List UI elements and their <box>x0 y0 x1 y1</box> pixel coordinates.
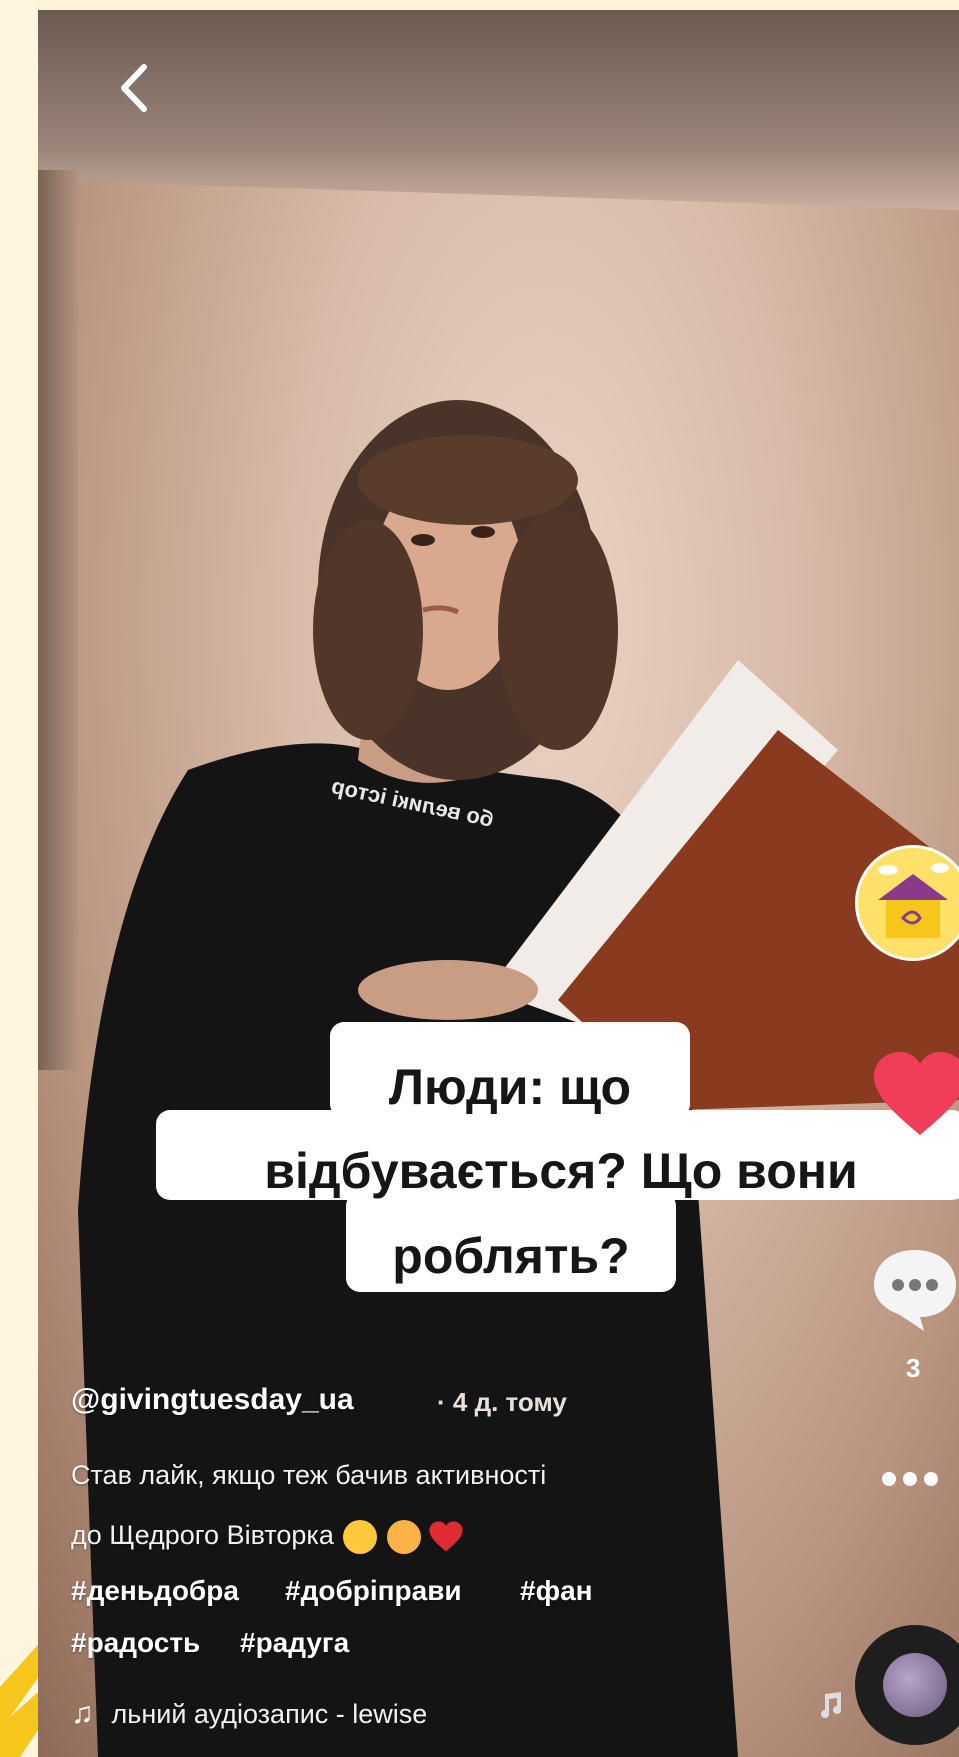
video-screen[interactable]: бо великі істор <box>38 10 959 1757</box>
like-count: 82 <box>897 1155 924 1182</box>
heart-eyes-emoji <box>343 1520 378 1554</box>
like-button[interactable] <box>870 1050 959 1140</box>
description-text: до Щедрого Вівторка <box>71 1520 334 1551</box>
left-margin <box>0 0 38 1757</box>
floating-music-note-icon <box>815 1690 845 1725</box>
comment-icon <box>874 1250 956 1331</box>
comment-count: 3 <box>906 1353 921 1383</box>
hashtag-link[interactable]: #радость <box>71 1627 200 1659</box>
sound-text: льний аудіозапис - lewise <box>111 1699 428 1729</box>
heart-icon <box>874 1052 959 1135</box>
hashtag-link[interactable]: #деньдобра <box>71 1575 239 1607</box>
music-note-icon: ♫ <box>71 1697 94 1730</box>
comment-button[interactable] <box>870 1245 959 1335</box>
more-icon <box>924 1472 938 1486</box>
chevron-left-icon <box>121 64 147 112</box>
more-icon <box>882 1472 896 1486</box>
red-heart-emoji <box>429 1521 463 1552</box>
back-button[interactable] <box>108 58 158 118</box>
creator-avatar[interactable] <box>855 845 959 961</box>
music-disc-icon <box>883 1653 947 1717</box>
hashtag-link[interactable]: #фан <box>520 1575 593 1607</box>
caption-box-line2 <box>156 1110 959 1200</box>
more-icon <box>903 1472 917 1486</box>
caption-box-line1 <box>330 1022 690 1118</box>
sound-link[interactable]: ♫ льний аудіозапис - lewise <box>71 1697 427 1731</box>
description-line2: до Щедрого Вівторка <box>71 1520 464 1554</box>
smiling-hearts-emoji <box>386 1520 421 1554</box>
more-button[interactable] <box>882 1472 959 1502</box>
video-frame <box>78 400 959 1757</box>
description-text: Став лайк, якщо теж бачив активності <box>71 1460 547 1490</box>
caption-box-line3 <box>346 1192 676 1292</box>
hashtag-link[interactable]: #добріправи <box>285 1575 462 1607</box>
description-line1: Став лайк, якщо теж бачив активності <box>71 1460 546 1491</box>
username-link[interactable]: @givingtuesday_ua <box>71 1383 354 1417</box>
house-heart-logo-icon <box>858 848 959 958</box>
post-time: · 4 д. тому <box>437 1387 567 1417</box>
hashtag-link[interactable]: #радуга <box>240 1627 349 1659</box>
